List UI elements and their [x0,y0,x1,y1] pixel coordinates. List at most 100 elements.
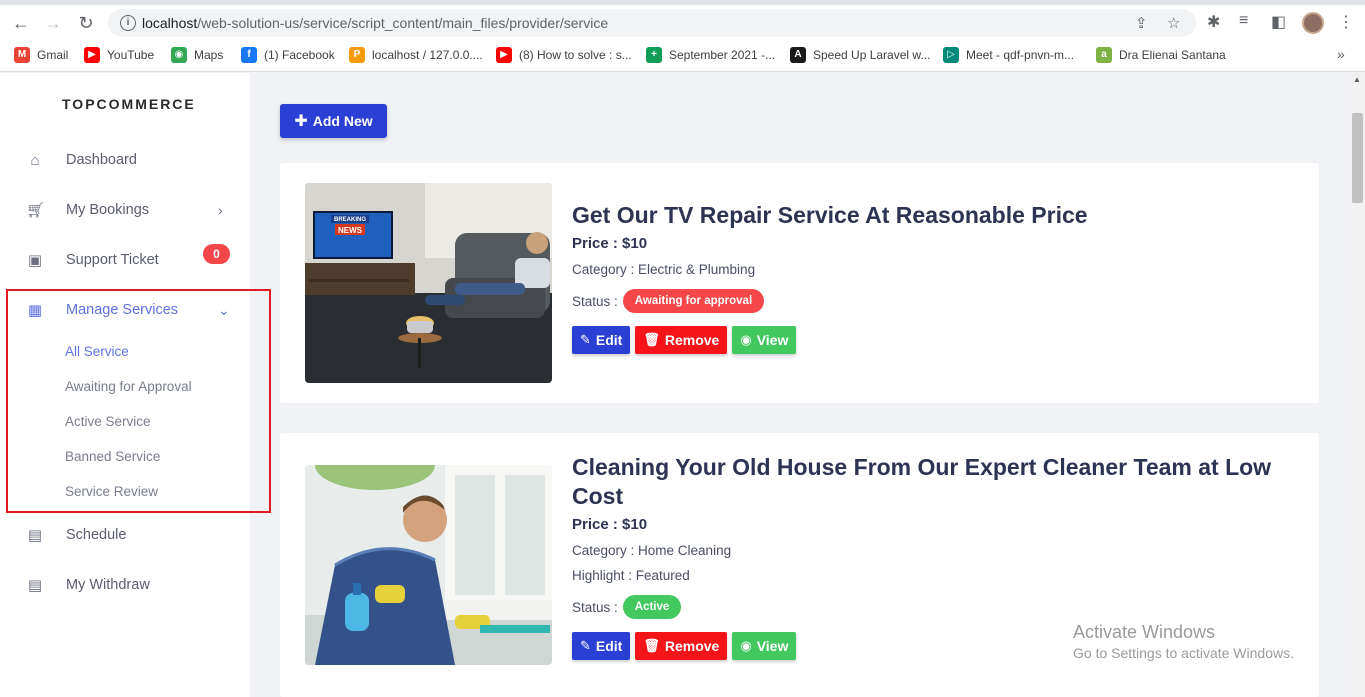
service-category: Category : Home Cleaning [572,543,732,558]
bookmark-label: localhost / 127.0.0.... [372,48,483,62]
bookmark-label: Dra Elienai Santana [1119,48,1226,62]
windows-activation-watermark: Activate Windows Go to Settings to activ… [1073,622,1294,661]
sidebar-item-label: My Withdraw [66,577,150,593]
trash-icon: 🗑︎ [643,332,660,347]
add-new-label: Add New [312,113,373,129]
sidebar-item-my-withdraw[interactable]: ▤ My Withdraw [0,565,250,605]
bookmark-item[interactable]: Plocalhost / 127.0.0.... [349,47,483,63]
site-info-icon[interactable]: i [120,15,136,31]
sidebar-item-label: Support Ticket [66,252,159,268]
bookmarks-overflow-icon[interactable]: » [1337,46,1345,62]
address-bar[interactable]: i localhost/web-solution-us/service/scri… [108,9,1196,37]
remove-label: Remove [664,332,720,348]
edit-icon: ✎ [580,638,591,653]
service-highlight: Highlight : Featured [572,568,690,583]
sidebar: TOPCOMMERCE ⌂ Dashboard 🛒︎ My Bookings ›… [0,73,271,697]
service-card: BREAKING NEWS Get Our TV Repair Service … [280,163,1319,403]
sidebar-item-manage-services[interactable]: ▦ Manage Services ⌄ [0,290,250,330]
home-icon: ⌂ [30,151,40,169]
url-text[interactable]: localhost/web-solution-us/service/script… [142,15,608,31]
status-badge: Awaiting for approval [622,289,765,313]
sheets-icon: + [646,47,662,63]
meet-icon: ▷ [943,47,959,63]
service-card-body: Get Our TV Repair Service At Reasonable … [572,201,1302,354]
remove-button[interactable]: 🗑︎ Remove [635,632,728,660]
remove-button[interactable]: 🗑︎ Remove [635,326,728,354]
tab-strip [0,0,1365,5]
bookmark-item[interactable]: + September 2021 -... [646,47,775,63]
submenu-banned-service[interactable]: Banned Service [65,449,160,464]
bookmark-item[interactable]: ▷ Meet - qdf-pnvn-m... [943,47,1074,63]
bookmark-label: Maps [194,48,224,62]
eye-icon: ◉ [740,638,752,653]
watermark-line-1: Activate Windows [1073,622,1216,642]
bookmark-item[interactable]: f (1) Facebook [241,47,335,63]
site-icon: a [1096,47,1112,63]
service-image-cleaning [305,465,552,665]
phpmyadmin-icon: P [349,47,365,63]
sidebar-item-dashboard[interactable]: ⌂ Dashboard [0,140,250,180]
bookmark-label: Gmail [37,48,69,62]
bookmark-item[interactable]: ▶ (8) How to solve : s... [496,47,632,63]
youtube-icon: ▶ [496,47,512,63]
browser-toolbar: ← → ↻ i localhost/web-solution-us/servic… [0,0,1365,72]
service-title: Cleaning Your Old House From Our Expert … [572,454,1272,509]
status-badge: Active [622,595,682,619]
submenu-service-review[interactable]: Service Review [65,484,158,499]
scroll-up-icon[interactable]: ▲ [1353,75,1361,84]
main-content: ✚ Add New BREAKING NEWS Get Our TV Repai… [250,73,1350,697]
service-price: Price : $10 [572,516,648,533]
extensions-icon[interactable]: ✱ [1207,12,1220,32]
submenu-awaiting-approval[interactable]: Awaiting for Approval [65,379,192,394]
sidebar-item-schedule[interactable]: ▤ Schedule [0,515,250,555]
media-icon[interactable]: ≡ [1239,12,1248,30]
view-button[interactable]: ◉ View [732,632,797,660]
bookmark-item[interactable]: A Speed Up Laravel w... [790,47,930,63]
submenu-active-service[interactable]: Active Service [65,414,151,429]
url-path: /web-solution-us/service/script_content/… [197,15,609,31]
sidebar-item-my-bookings[interactable]: 🛒︎ My Bookings › [0,190,250,230]
service-status-row: Status : Awaiting for approval [572,289,1302,313]
sidebar-item-support-ticket[interactable]: ▣ Support Ticket 0 [0,240,250,280]
edit-button[interactable]: ✎ Edit [572,632,631,660]
edit-button[interactable]: ✎ Edit [572,326,631,354]
eye-icon: ◉ [740,332,752,347]
star-icon[interactable]: ☆ [1167,14,1180,32]
bookmark-item[interactable]: ◉ Maps [171,47,223,63]
remove-label: Remove [664,638,720,654]
watermark-line-2: Go to Settings to activate Windows. [1073,645,1294,661]
brand-logo[interactable]: TOPCOMMERCE [62,96,196,112]
bookmark-item[interactable]: a Dra Elienai Santana [1096,47,1226,63]
scrollbar-thumb[interactable] [1352,113,1363,203]
view-button[interactable]: ◉ View [732,326,797,354]
reload-icon[interactable]: ↻ [75,12,97,34]
view-label: View [756,638,789,654]
url-host: localhost [142,15,198,31]
service-price: Price : $10 [572,235,648,252]
menu-kebab-icon[interactable]: ⋮ [1338,12,1354,32]
bookmark-item[interactable]: ▶ YouTube [84,47,154,63]
edit-label: Edit [595,332,623,348]
wallet-icon: ▤ [27,577,43,594]
trash-icon: 🗑︎ [643,638,660,653]
tv-breaking-text: BREAKING [334,217,366,223]
forward-icon[interactable]: → [42,12,64,34]
bookmark-label: September 2021 -... [669,48,776,62]
profile-avatar[interactable] [1302,12,1324,34]
service-title: Get Our TV Repair Service At Reasonable … [572,202,1088,228]
back-icon[interactable]: ← [10,12,32,34]
maps-icon: ◉ [171,47,187,63]
ticket-count-badge: 0 [203,244,230,264]
ticket-icon: ▣ [27,252,43,269]
chevron-right-icon: › [218,202,223,218]
edit-icon: ✎ [580,332,591,347]
add-new-button[interactable]: ✚ Add New [280,104,387,138]
side-panel-icon[interactable]: ◧ [1271,12,1286,32]
vertical-scrollbar[interactable]: ▲ [1350,73,1365,697]
laravel-icon: A [790,47,806,63]
service-actions: ✎ Edit 🗑︎ Remove ◉ View [572,326,1302,354]
share-icon[interactable]: ⇪ [1135,14,1148,32]
submenu-all-service[interactable]: All Service [65,344,129,359]
edit-label: Edit [595,638,623,654]
bookmark-item[interactable]: M Gmail [14,47,68,63]
